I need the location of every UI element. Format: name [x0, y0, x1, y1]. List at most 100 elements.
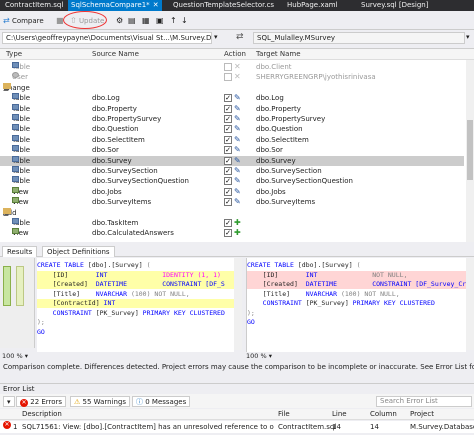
source-zoom[interactable]: 100 % ▾ — [2, 352, 234, 361]
row-type: Table — [12, 155, 31, 165]
row-source-name: dbo.Sor — [92, 146, 119, 155]
table-row[interactable]: View dbo.Jobs ✓ ✎ dbo.Jobs — [0, 186, 464, 197]
group-row[interactable]: ◢Add — [0, 207, 464, 218]
grid-scrollbar[interactable] — [466, 60, 474, 242]
target-zoom[interactable]: 100 % ▾ — [246, 352, 474, 361]
table-row[interactable]: Table dbo.Survey ✓ ✎ dbo.Survey — [0, 155, 464, 166]
errors-filter-button[interactable]: ✕ 22 Errors — [16, 396, 67, 407]
column-header-column[interactable]: Column — [370, 410, 397, 418]
source-pane-scrollbar[interactable] — [234, 258, 242, 350]
tab-results[interactable]: Results — [2, 246, 38, 257]
include-checkbox[interactable]: ✓ — [224, 104, 232, 113]
include-checkbox[interactable]: ✓ — [224, 177, 232, 186]
detail-tab-strip: Results Object Definitions — [0, 245, 474, 257]
column-header-source[interactable]: Source Name — [92, 50, 139, 58]
tab-schema-compare[interactable]: SqlSchemaCompare1* ✕ — [68, 0, 162, 11]
include-checkbox[interactable]: ✓ — [224, 229, 232, 238]
add-action-icon: ✚ — [234, 218, 241, 227]
include-checkbox[interactable]: ✓ — [224, 156, 232, 165]
error-search-input[interactable]: Search Error List — [376, 396, 472, 407]
include-checkbox[interactable]: ✓ — [224, 125, 232, 134]
script-icon: ▣ — [156, 16, 164, 25]
group-row[interactable]: ◢Change — [0, 82, 464, 93]
tab-questiontemplateselector[interactable]: QuestionTemplateSelector.cs — [170, 0, 277, 11]
table-row[interactable]: Table dbo.PropertySurvey ✓ ✎ dbo.PropertySur… — [0, 114, 464, 124]
filter-button[interactable]: ▤ — [128, 14, 136, 27]
tab-contractitem[interactable]: ContractItem.sql — [2, 0, 66, 11]
column-header-action[interactable]: Action — [224, 50, 246, 58]
row-target-name: dbo.Log — [256, 94, 284, 103]
source-path-select[interactable]: C:\Users\geoffreypayne\Documents\Visual … — [2, 32, 212, 44]
row-target-name: dbo.Jobs — [256, 187, 286, 196]
next-change-button[interactable]: ↑ — [170, 14, 177, 27]
scrollbar-thumb[interactable] — [467, 120, 473, 180]
tab-survey-design[interactable]: Survey.sql [Design] — [358, 0, 431, 11]
chevron-down-icon[interactable]: ▾ — [466, 33, 470, 41]
close-icon[interactable]: ✕ — [153, 1, 159, 9]
delete-action-icon: ✕ — [234, 72, 241, 82]
target-definition-pane[interactable]: CREATE TABLE [dbo].[Survey] ( [ID] INT N… — [246, 258, 466, 358]
column-header-description[interactable]: Description — [22, 410, 62, 418]
column-header-project[interactable]: Project — [410, 410, 434, 418]
code-line: [Created] DATETIME CONSTRAINT [DF_S — [37, 280, 234, 289]
warnings-filter-button[interactable]: ⚠ 55 Warnings — [70, 396, 131, 407]
view-icon — [12, 197, 19, 204]
source-definition-pane[interactable]: CREATE TABLE [dbo].[Survey] ( [ID] INT I… — [37, 258, 234, 358]
table-icon — [12, 166, 19, 172]
table-row[interactable]: Table dbo.SelectItem ✓ ✎ dbo.SelectItem — [0, 134, 464, 145]
previous-change-button[interactable]: ↓ — [181, 14, 188, 27]
change-action-icon: ✎ — [234, 155, 241, 165]
table-row[interactable]: Table dbo.Question ✓ ✎ dbo.Question — [0, 124, 464, 134]
column-header-file[interactable]: File — [278, 410, 290, 418]
table-row[interactable]: User ✕ SHERRYGREENGRP\jyothisrinivasa — [0, 72, 464, 82]
compare-icon: ⇄ — [3, 16, 10, 25]
messages-filter-button[interactable]: ⓘ 0 Messages — [132, 396, 191, 407]
code-line: ); — [247, 308, 255, 317]
change-action-icon: ✎ — [234, 124, 241, 134]
code-line: [Created] DATETIME CONSTRAINT [DF_Survey… — [247, 280, 466, 289]
options-button[interactable]: ⚙ — [116, 14, 123, 27]
include-checkbox[interactable]: ✓ — [224, 94, 232, 103]
include-checkbox[interactable]: ✓ — [224, 167, 232, 175]
table-row[interactable]: Table ✕ dbo.Client — [0, 62, 464, 72]
row-type: Table — [12, 103, 31, 113]
filter-dropdown[interactable]: ▾ — [3, 396, 15, 407]
table-row[interactable]: Table dbo.Property ✓ ✎ dbo.Property — [0, 103, 464, 114]
include-checkbox[interactable] — [224, 73, 232, 82]
highlight-circle — [63, 11, 107, 29]
table-row[interactable]: Table dbo.Sor ✓ ✎ dbo.Sor — [0, 145, 464, 155]
chevron-down-icon[interactable]: ▾ — [214, 33, 218, 41]
column-header-target[interactable]: Target Name — [256, 50, 301, 58]
tab-object-definitions[interactable]: Object Definitions — [42, 246, 115, 257]
table-icon — [12, 176, 19, 183]
target-path-select[interactable]: SQL_Mulalley.MSurvey — [253, 32, 465, 44]
diff-overview-map[interactable] — [0, 258, 35, 348]
column-header-line[interactable]: Line — [332, 410, 347, 418]
table-row[interactable]: View dbo.SurveyItems ✓ ✎ dbo.SurveyItems — [0, 197, 464, 207]
column-header-type[interactable]: Type — [6, 50, 22, 58]
include-checkbox[interactable]: ✓ — [224, 115, 232, 123]
compare-button[interactable]: ⇄ Compare — [3, 14, 44, 27]
table-row[interactable]: Table dbo.TaskItem ✓ ✚ — [0, 218, 464, 228]
generate-script-button[interactable]: ▣ — [156, 14, 164, 27]
table-row[interactable]: View dbo.CalculatedAnswers ✓ ✚ — [0, 228, 464, 238]
group-results-button[interactable]: ▦ — [142, 14, 150, 27]
row-target-name: dbo.SurveySection — [256, 167, 322, 175]
error-row[interactable]: ✕ 1 SQL71561: View: [dbo].[ContractItem]… — [0, 421, 474, 433]
tab-hubpage[interactable]: HubPage.xaml — [284, 0, 341, 11]
warning-icon: ⚠ — [74, 398, 81, 406]
include-checkbox[interactable] — [224, 63, 232, 71]
include-checkbox[interactable]: ✓ — [224, 187, 232, 196]
include-checkbox[interactable]: ✓ — [224, 146, 232, 155]
table-row[interactable]: Table dbo.SurveySectionQuestion ✓ ✎ dbo.Surv… — [0, 176, 464, 186]
table-row[interactable]: Table dbo.SurveySection ✓ ✎ dbo.SurveySectio… — [0, 166, 464, 176]
table-row[interactable]: Table dbo.Log ✓ ✎ dbo.Log — [0, 93, 464, 103]
change-action-icon: ✎ — [234, 134, 241, 144]
code-line: ); — [37, 318, 45, 326]
include-checkbox[interactable]: ✓ — [224, 198, 232, 207]
include-checkbox[interactable]: ✓ — [224, 135, 232, 144]
target-pane-scrollbar[interactable] — [466, 258, 474, 350]
swap-arrows-icon[interactable]: ⇄ — [236, 32, 244, 42]
row-source-name: dbo.SurveySectionQuestion — [92, 177, 189, 186]
include-checkbox[interactable]: ✓ — [224, 219, 232, 227]
